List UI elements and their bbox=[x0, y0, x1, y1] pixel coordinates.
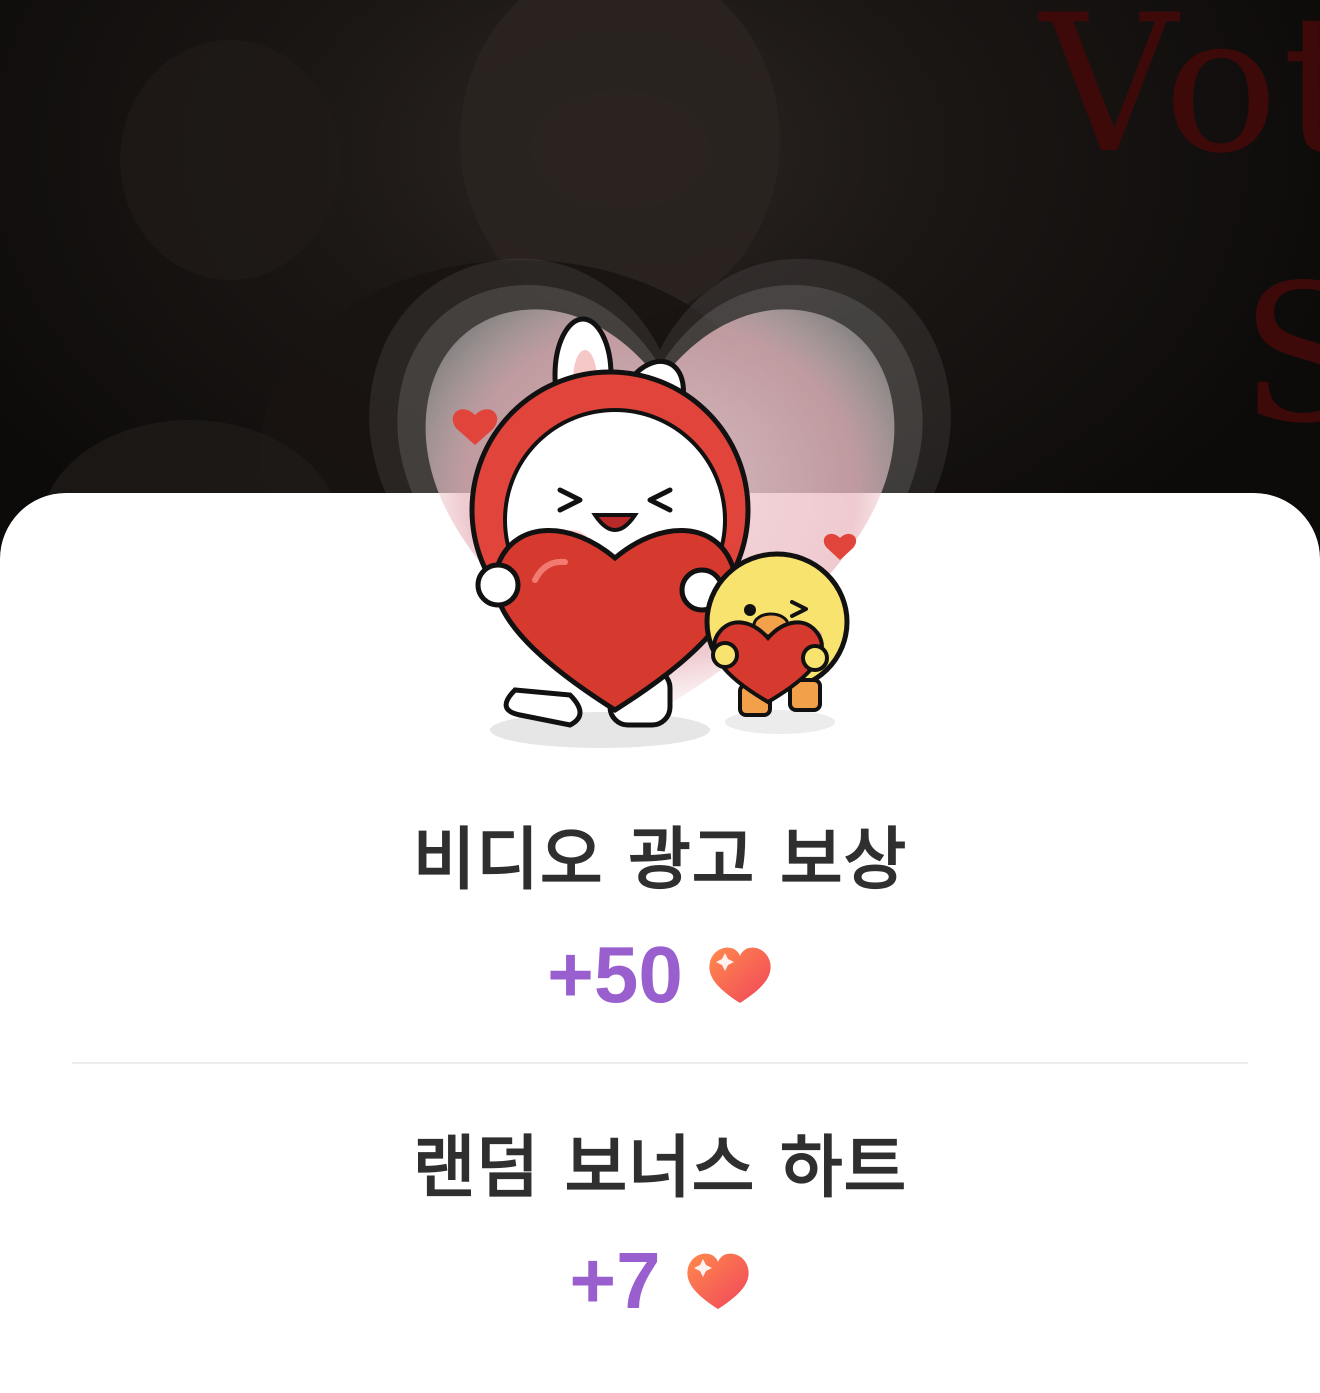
reward-amount-row-random-bonus: +7 bbox=[0, 1236, 1320, 1326]
background-text-1: Vot bbox=[1040, 0, 1320, 195]
reward-amount-video-ad: +50 bbox=[547, 930, 683, 1019]
divider bbox=[72, 1062, 1248, 1064]
heart-icon bbox=[687, 1253, 749, 1309]
reward-amount-row-video-ad: +50 bbox=[0, 930, 1320, 1020]
background-text-2: S bbox=[1240, 244, 1320, 465]
reward-title-random-bonus: 랜덤 보너스 하트 bbox=[412, 1129, 908, 1208]
reward-title-video-ad: 비디오 광고 보상 bbox=[412, 821, 908, 900]
reward-amount-random-bonus: +7 bbox=[569, 1236, 661, 1325]
heart-icon bbox=[709, 947, 771, 1003]
mascot-illustration bbox=[452, 316, 857, 748]
